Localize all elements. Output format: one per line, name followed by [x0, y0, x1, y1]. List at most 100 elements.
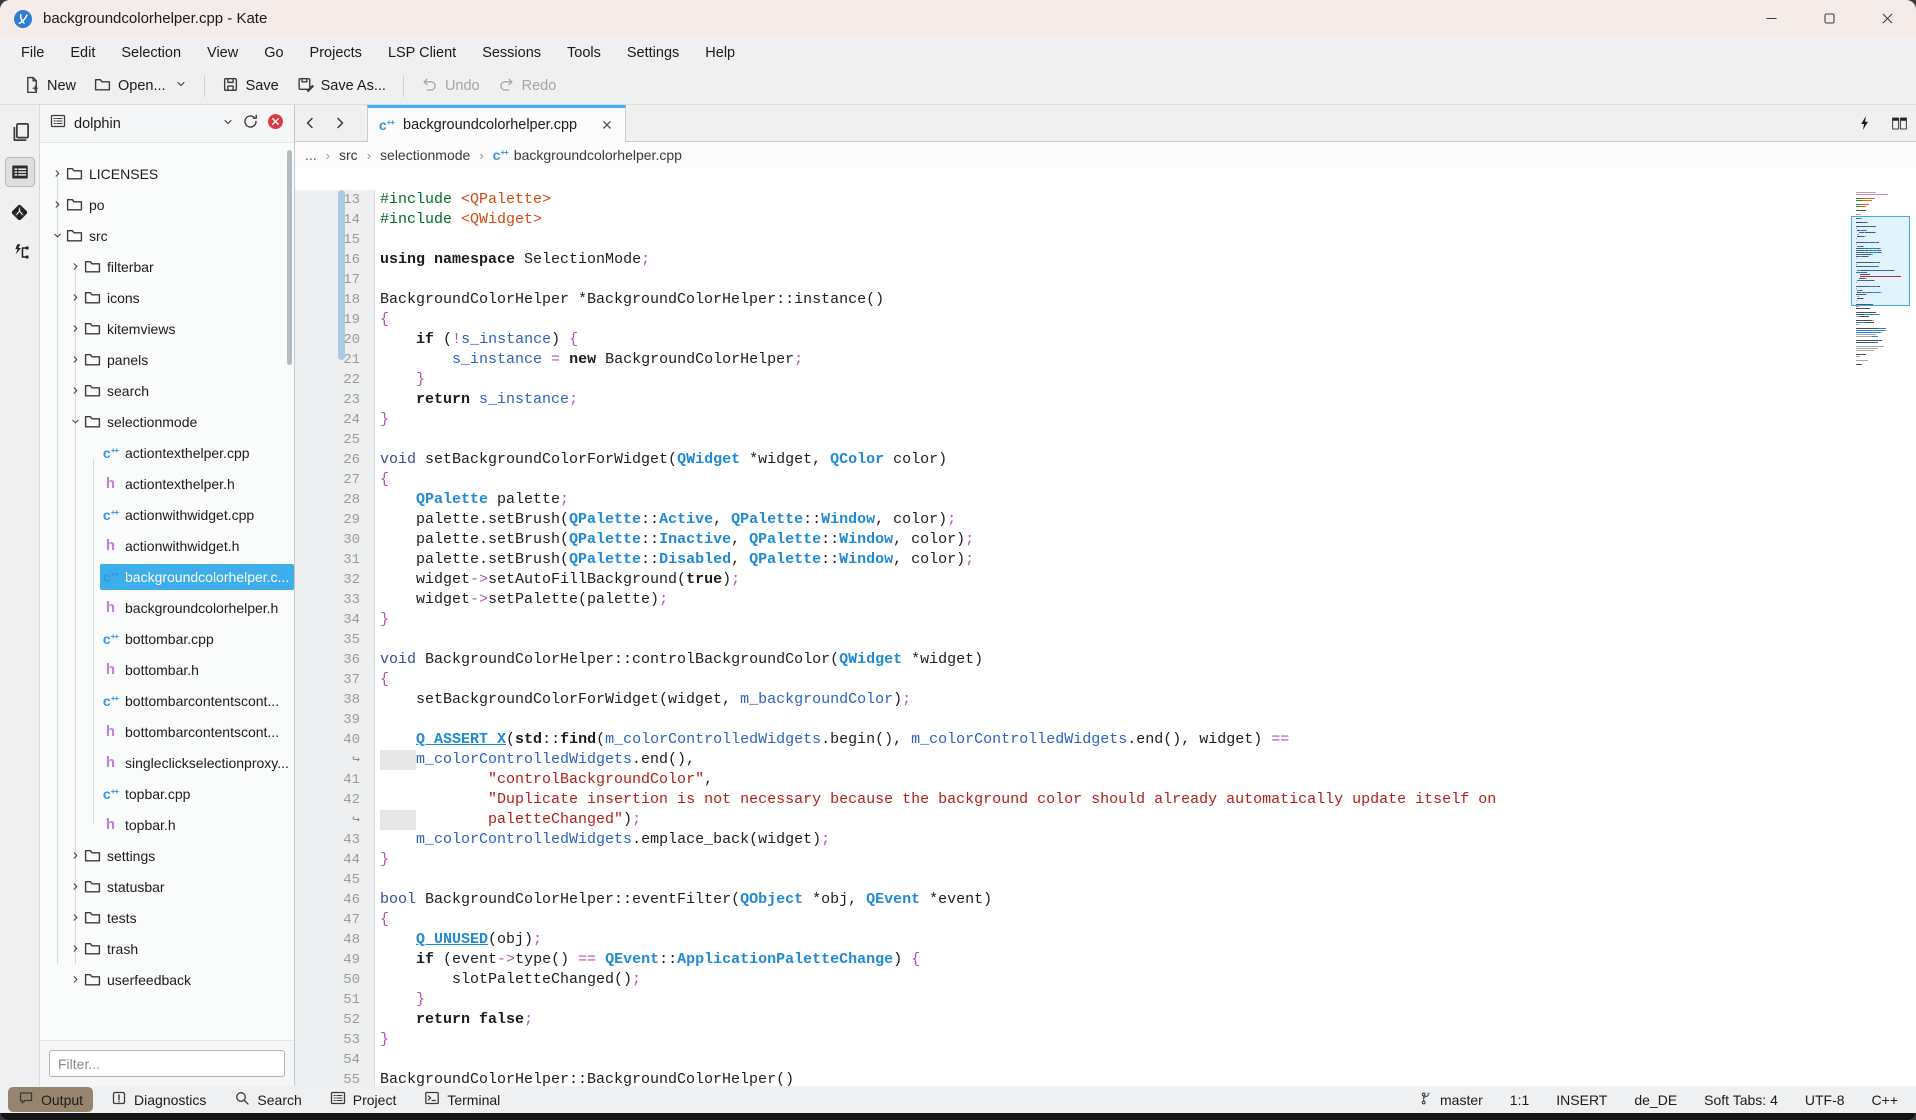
undo-button[interactable]: Undo: [412, 71, 489, 102]
tree-item-actionwithwidget-cpp[interactable]: c++actionwithwidget.cpp: [40, 499, 294, 530]
code-line-13[interactable]: 13#include <QPalette>: [295, 190, 1916, 210]
tree-item-bottombarcontentscont-[interactable]: c++bottombarcontentscont...: [40, 685, 294, 716]
tree-item-bottombar-h[interactable]: hbottombar.h: [40, 654, 294, 685]
code-line-46[interactable]: 46bool BackgroundColorHelper::eventFilte…: [295, 890, 1916, 910]
tree-item-tests[interactable]: tests: [40, 902, 294, 933]
menu-view[interactable]: View: [194, 37, 251, 68]
code-line-32[interactable]: 32 widget->setAutoFillBackground(true);: [295, 570, 1916, 590]
code-line-30[interactable]: 30 palette.setBrush(QPalette::Inactive, …: [295, 530, 1916, 550]
code-line-55[interactable]: 55BackgroundColorHelper::BackgroundColor…: [295, 1070, 1916, 1086]
chevron-down-icon[interactable]: [222, 115, 234, 133]
chevron-right-icon[interactable]: [68, 912, 82, 923]
code-line-20[interactable]: 20 if (!s_instance) {: [295, 330, 1916, 350]
code-line-42[interactable]: 42 "Duplicate insertion is not necessary…: [295, 790, 1916, 810]
tree-item-bottombar-cpp[interactable]: c++bottombar.cpp: [40, 623, 294, 654]
save-as-button[interactable]: Save As...: [288, 71, 395, 102]
filter-input[interactable]: [49, 1050, 285, 1077]
statusbar-search-button[interactable]: Search: [224, 1087, 311, 1112]
code-line-29[interactable]: 29 palette.setBrush(QPalette::Active, QP…: [295, 510, 1916, 530]
tree-item-settings[interactable]: settings: [40, 840, 294, 871]
code-line-39[interactable]: 39: [295, 710, 1916, 730]
folding-bar[interactable]: [338, 190, 345, 360]
minimap-viewport[interactable]: [1851, 216, 1910, 306]
tab-backgroundcolorhelper[interactable]: c++ backgroundcolorhelper.cpp ✕: [367, 105, 626, 142]
tree-item-actiontexthelper-h[interactable]: hactiontexthelper.h: [40, 468, 294, 499]
tree-item-singleclickselectionproxy-[interactable]: hsingleclickselectionproxy...: [40, 747, 294, 778]
menu-lsp-client[interactable]: LSP Client: [375, 37, 469, 68]
project-list-icon[interactable]: [5, 157, 35, 187]
chevron-right-icon[interactable]: [68, 354, 82, 365]
code-line-36[interactable]: 36void BackgroundColorHelper::controlBac…: [295, 650, 1916, 670]
code-line-27[interactable]: 27{: [295, 470, 1916, 490]
statusbar-project-button[interactable]: Project: [320, 1087, 407, 1112]
code-line-16[interactable]: 16using namespace SelectionMode;: [295, 250, 1916, 270]
chevron-right-icon[interactable]: [68, 850, 82, 861]
code-line-wrapped[interactable]: ↪m_colorControlledWidgets.end(),: [295, 750, 1916, 770]
code-line-50[interactable]: 50 slotPaletteChanged();: [295, 970, 1916, 990]
breadcrumb-item[interactable]: selectionmode: [380, 147, 470, 163]
code-line-49[interactable]: 49 if (event->type() == QEvent::Applicat…: [295, 950, 1916, 970]
code-line-33[interactable]: 33 widget->setPalette(palette);: [295, 590, 1916, 610]
documents-icon[interactable]: [5, 117, 35, 147]
menu-selection[interactable]: Selection: [108, 37, 194, 68]
chevron-right-icon[interactable]: [50, 168, 64, 179]
menu-go[interactable]: Go: [251, 37, 296, 68]
chevron-right-icon[interactable]: [50, 199, 64, 210]
menu-sessions[interactable]: Sessions: [469, 37, 554, 68]
breadcrumb-item[interactable]: src: [339, 147, 358, 163]
statusbar-language-mode[interactable]: C++: [1872, 1092, 1898, 1108]
code-editor[interactable]: 13#include <QPalette>14#include <QWidget…: [295, 168, 1916, 1086]
chevron-right-icon[interactable]: [68, 385, 82, 396]
tree-item-actionwithwidget-h[interactable]: hactionwithwidget.h: [40, 530, 294, 561]
chevron-down-icon[interactable]: [50, 230, 64, 241]
statusbar-tab-mode[interactable]: Soft Tabs: 4: [1704, 1092, 1778, 1108]
lightning-icon[interactable]: [1848, 105, 1882, 141]
project-selector[interactable]: dolphin: [40, 105, 294, 143]
code-line-15[interactable]: 15: [295, 230, 1916, 250]
code-line-31[interactable]: 31 palette.setBrush(QPalette::Disabled, …: [295, 550, 1916, 570]
menu-projects[interactable]: Projects: [297, 37, 375, 68]
tree-item-actiontexthelper-cpp[interactable]: c++actiontexthelper.cpp: [40, 437, 294, 468]
tree-item-po[interactable]: po: [40, 189, 294, 220]
menu-file[interactable]: File: [8, 37, 57, 68]
tree-item-icons[interactable]: icons: [40, 282, 294, 313]
code-line-18[interactable]: 18BackgroundColorHelper *BackgroundColor…: [295, 290, 1916, 310]
code-line-48[interactable]: 48 Q_UNUSED(obj);: [295, 930, 1916, 950]
code-line-22[interactable]: 22 }: [295, 370, 1916, 390]
tree-item-topbar-h[interactable]: htopbar.h: [40, 809, 294, 840]
close-circle-icon[interactable]: [267, 113, 284, 135]
statusbar-output-button[interactable]: Output: [8, 1087, 93, 1112]
code-line-38[interactable]: 38 setBackgroundColorForWidget(widget, m…: [295, 690, 1916, 710]
code-line-43[interactable]: 43 m_colorControlledWidgets.emplace_back…: [295, 830, 1916, 850]
tree-item-licenses[interactable]: LICENSES: [40, 158, 294, 189]
chevron-right-icon[interactable]: [68, 943, 82, 954]
tree-item-bottombarcontentscont-[interactable]: hbottombarcontentscont...: [40, 716, 294, 747]
chevron-right-icon[interactable]: [68, 261, 82, 272]
code-line-52[interactable]: 52 return false;: [295, 1010, 1916, 1030]
redo-button[interactable]: Redo: [489, 71, 566, 102]
minimize-icon[interactable]: [1742, 0, 1800, 37]
git-icon[interactable]: [5, 197, 35, 227]
code-line-41[interactable]: 41 "controlBackgroundColor",: [295, 770, 1916, 790]
statusbar-diagnostics-button[interactable]: Diagnostics: [101, 1087, 216, 1112]
statusbar-terminal-button[interactable]: Terminal: [414, 1087, 510, 1112]
tree-item-panels[interactable]: panels: [40, 344, 294, 375]
tab-close-icon[interactable]: ✕: [601, 117, 613, 134]
tree-item-backgroundcolorhelper-c-[interactable]: c++backgroundcolorhelper.c...: [40, 561, 294, 592]
code-line-44[interactable]: 44}: [295, 850, 1916, 870]
code-line-53[interactable]: 53}: [295, 1030, 1916, 1050]
split-view-icon[interactable]: [1882, 105, 1916, 141]
statusbar-cursor-position[interactable]: 1:1: [1510, 1092, 1529, 1108]
breadcrumb-item[interactable]: c++backgroundcolorhelper.cpp: [493, 147, 682, 163]
code-line-24[interactable]: 24}: [295, 410, 1916, 430]
open-button[interactable]: Open...: [85, 71, 196, 102]
menu-help[interactable]: Help: [692, 37, 748, 68]
chevron-right-icon[interactable]: [68, 323, 82, 334]
code-line-25[interactable]: 25: [295, 430, 1916, 450]
code-line-45[interactable]: 45: [295, 870, 1916, 890]
tree-item-selectionmode[interactable]: selectionmode: [40, 406, 294, 437]
code-line-28[interactable]: 28 QPalette palette;: [295, 490, 1916, 510]
code-line-17[interactable]: 17: [295, 270, 1916, 290]
breadcrumb-item[interactable]: ...: [305, 147, 317, 163]
tree-item-userfeedback[interactable]: userfeedback: [40, 964, 294, 995]
